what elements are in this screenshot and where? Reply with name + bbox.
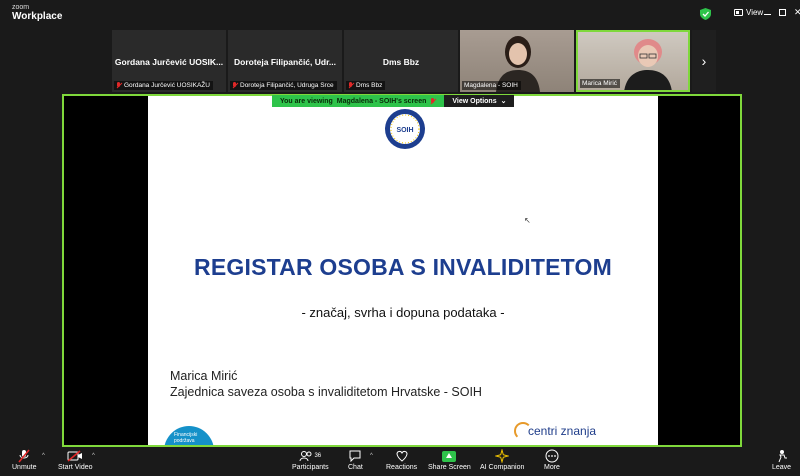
participant-label: Dms Bbz	[346, 81, 386, 90]
share-screen-label: Share Screen	[428, 464, 471, 471]
participants-button[interactable]: 36 Participants	[292, 449, 329, 471]
participant-name: Marica Mirić	[582, 80, 618, 87]
ai-companion-button[interactable]: AI Companion	[480, 449, 524, 471]
chevron-up-icon[interactable]: ^	[370, 453, 373, 459]
leave-label: Leave	[772, 464, 792, 471]
participant-display-name: Doroteja Filipančić, Udr...	[233, 57, 337, 67]
title-bar: zoom Workplace View ✕	[0, 0, 800, 28]
presenter-info: Marica Mirić Zajednica saveza osoba s in…	[170, 368, 482, 400]
shared-screen[interactable]: SOIH ↖ REGISTAR OSOBA S INVALIDITETOM - …	[62, 94, 742, 447]
muted-mic-icon	[116, 82, 122, 89]
participant-display-name: Dms Bbz	[382, 57, 420, 67]
ai-companion-label: AI Companion	[480, 464, 525, 471]
start-video-button[interactable]: Start Video	[58, 449, 93, 471]
unmute-button[interactable]: Unmute	[12, 449, 37, 471]
viewing-prefix: You are viewing	[280, 97, 333, 105]
participant-tile[interactable]: Dms Bbz Dms Bbz	[344, 30, 458, 92]
muted-mic-icon	[232, 82, 238, 89]
more-dots-icon	[545, 449, 559, 463]
heart-icon	[396, 450, 408, 462]
brand-small: zoom	[12, 4, 30, 11]
reactions-label: Reactions	[386, 464, 418, 471]
chat-button[interactable]: Chat	[348, 449, 363, 471]
brand-big: Workplace	[12, 11, 63, 22]
more-button[interactable]: More	[544, 449, 560, 471]
participant-label: Doroteja Filipančić, Udruga Srce	[230, 81, 337, 90]
participant-name: Magdalena - SOIH	[464, 82, 518, 89]
share-screen-icon	[442, 450, 457, 462]
maximize-icon[interactable]	[779, 9, 786, 16]
participant-label: Magdalena - SOIH	[462, 81, 521, 90]
active-speaker-tile[interactable]: Marica Mirić	[576, 30, 690, 92]
start-video-label: Start Video	[58, 464, 93, 471]
chat-icon	[349, 450, 361, 462]
view-options-button[interactable]: View Options ⌄	[444, 95, 515, 107]
presentation-slide: SOIH ↖ REGISTAR OSOBA S INVALIDITETOM - …	[148, 96, 658, 445]
chevron-down-icon: ⌄	[500, 98, 507, 105]
participant-video-tile[interactable]: Magdalena - SOIH	[460, 30, 574, 92]
view-label: View	[746, 8, 764, 17]
chat-label: Chat	[348, 464, 363, 471]
centri-znanja-logo: centri znanja	[528, 424, 597, 438]
participant-video	[624, 39, 672, 90]
chevron-up-icon[interactable]: ^	[92, 453, 95, 459]
participant-name: Gordana Jurčević UOSIKAŽU	[124, 82, 210, 89]
app-logo: zoom Workplace	[12, 4, 62, 22]
participant-name: Dms Bbz	[356, 82, 383, 89]
participants-icon	[299, 451, 312, 462]
muted-mic-icon	[430, 97, 436, 105]
funding-badge: Financijski podržava	[164, 426, 214, 445]
reactions-button[interactable]: Reactions	[386, 449, 417, 471]
viewing-name: Magdalena - SOIH's screen	[336, 97, 427, 105]
chevron-up-icon[interactable]: ^	[42, 453, 45, 459]
leave-button[interactable]: Leave	[772, 449, 791, 471]
mouse-cursor-icon: ↖	[524, 216, 531, 225]
participant-display-name: Gordana Jurčević UOSIK...	[114, 57, 224, 67]
unmute-label: Unmute	[12, 464, 37, 471]
leave-icon	[778, 450, 787, 463]
window-controls: ✕	[764, 8, 800, 17]
soih-logo-icon: SOIH	[385, 109, 425, 149]
participant-label: Marica Mirić	[580, 79, 621, 88]
video-off-icon	[67, 450, 83, 462]
zoom-window: zoom Workplace View ✕ Gordana Jurčević U…	[0, 0, 800, 476]
screen-share-banner: You are viewing Magdalena - SOIH's scree…	[272, 95, 515, 107]
meeting-toolbar: Unmute ^ Start Video ^ 36 Participants C…	[0, 447, 800, 476]
view-options-label: View Options	[452, 97, 497, 105]
participants-label: Participants	[292, 464, 329, 471]
view-button[interactable]: View	[734, 8, 763, 17]
next-page-arrow-icon[interactable]: ›	[692, 30, 716, 92]
svg-text:SOIH: SOIH	[396, 127, 413, 134]
viewing-message: You are viewing Magdalena - SOIH's scree…	[272, 95, 445, 107]
presenter-name: Marica Mirić	[170, 369, 238, 383]
participant-tile[interactable]: Doroteja Filipančić, Udr... Doroteja Fil…	[228, 30, 342, 92]
muted-mic-icon	[348, 82, 354, 89]
participants-count: 36	[314, 453, 322, 459]
presenter-org: Zajednica saveza osoba s invaliditetom H…	[170, 385, 482, 399]
microphone-muted-icon	[18, 449, 30, 463]
participant-tile[interactable]: Gordana Jurčević UOSIK... Gordana Jurčev…	[112, 30, 226, 92]
more-label: More	[544, 464, 560, 471]
participant-strip: Gordana Jurčević UOSIK... Gordana Jurčev…	[112, 30, 716, 92]
slide-title: REGISTAR OSOBA S INVALIDITETOM	[194, 254, 612, 280]
sparkle-icon	[495, 449, 510, 463]
encryption-shield-icon[interactable]	[700, 8, 711, 20]
participant-name: Doroteja Filipančić, Udruga Srce	[240, 82, 334, 89]
share-screen-button[interactable]: Share Screen	[428, 449, 471, 471]
minimize-icon[interactable]	[764, 14, 771, 15]
close-icon[interactable]: ✕	[794, 8, 800, 17]
funding-badge-text: Financijski podržava	[174, 432, 198, 444]
view-layout-icon	[734, 9, 743, 16]
slide-subtitle: - značaj, svrha i dopuna podataka -	[301, 305, 505, 320]
participant-label: Gordana Jurčević UOSIKAŽU	[114, 81, 213, 90]
